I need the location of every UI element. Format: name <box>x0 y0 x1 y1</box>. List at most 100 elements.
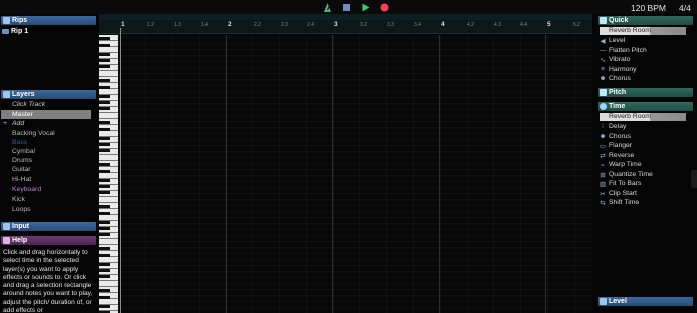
record-button[interactable] <box>379 2 390 13</box>
effect-label: Level <box>609 37 626 44</box>
bar-line <box>439 35 440 313</box>
side-collapse-handle[interactable] <box>691 170 697 188</box>
rip-item[interactable]: Rip 1 <box>2 28 28 35</box>
layer-item[interactable]: Loops <box>12 206 31 213</box>
effect-item-delay[interactable]: ⁞ Delay <box>602 123 626 130</box>
ruler-bar-label: 3 <box>334 21 338 28</box>
stop-button[interactable] <box>341 2 352 13</box>
effect-item-harmony[interactable]: ≡ Harmony <box>601 66 637 73</box>
quick-header[interactable]: Quick <box>598 16 693 25</box>
layer-item[interactable]: Guitar <box>12 166 31 173</box>
help-text: Click and drag horizontally to select ti… <box>3 249 93 313</box>
ruler-beat-label: 1.3 <box>174 22 181 28</box>
ruler-beat-label: 3.2 <box>360 22 367 28</box>
ruler-beat-label: 4.3 <box>494 22 501 28</box>
effect-item-flanger[interactable]: ▭ Flanger <box>600 142 632 150</box>
time-signature-display[interactable]: 4/4 <box>679 3 691 13</box>
transport-controls <box>322 2 390 13</box>
harmony-icon: ≡ <box>601 66 605 73</box>
input-title: Input <box>12 223 30 230</box>
effect-label: Quantize Time <box>609 171 653 178</box>
rips-header[interactable]: Rips <box>1 16 96 25</box>
slider-label: Reverb Room <box>609 27 651 34</box>
layer-item[interactable]: Keyboard <box>12 186 41 193</box>
record-icon <box>380 3 389 12</box>
add-layer-button[interactable]: + Add <box>3 120 24 127</box>
bar-line <box>332 35 333 313</box>
folder-icon <box>3 17 10 24</box>
timeline-ruler[interactable]: 1 1.2 1.3 1.4 2 2.2 2.3 2.4 3 3.2 3.3 3.… <box>99 14 592 34</box>
metronome-button[interactable] <box>322 2 333 13</box>
effect-item-reverse[interactable]: ⇄ Reverse <box>600 152 634 160</box>
pitch-title: Pitch <box>609 89 627 96</box>
time-header[interactable]: Time <box>598 102 693 111</box>
effect-label: Chorus <box>609 75 631 82</box>
effect-item-warp-time[interactable]: ⌁ Warp Time <box>601 161 642 169</box>
layer-item[interactable]: Drums <box>12 157 32 164</box>
ruler-beat-label: 2.2 <box>254 22 261 28</box>
effect-item-clip-start[interactable]: ✂ Clip Start <box>600 190 637 198</box>
tempo-display[interactable]: 120 BPM <box>631 3 666 13</box>
level-icon <box>600 298 607 305</box>
layer-item[interactable]: Hi-Hat <box>12 176 31 183</box>
effect-item-flatten-pitch[interactable]: — Flatten Pitch <box>600 47 647 54</box>
help-header[interactable]: Help <box>1 236 96 245</box>
effect-label: Harmony <box>609 66 637 73</box>
flanger-icon: ▭ <box>599 143 607 150</box>
ruler-beat-label: 5.2 <box>573 22 580 28</box>
ruler-bar-label: 4 <box>441 21 445 28</box>
effect-item-chorus[interactable]: ☻ Chorus <box>600 75 631 82</box>
click-track-item[interactable]: Click Track <box>12 101 45 108</box>
quantize-icon: ⊞ <box>600 172 606 179</box>
warp-icon: ⌁ <box>601 162 605 169</box>
layer-item[interactable]: Backing Vocal <box>12 130 55 137</box>
plus-icon: + <box>3 120 7 127</box>
delay-icon: ⁞ <box>602 123 604 130</box>
ruler-bar-label: 1 <box>121 21 125 28</box>
ruler-beat-label: 1.4 <box>201 22 208 28</box>
piano-roll-editor[interactable]: 1 1.2 1.3 1.4 2 2.2 2.3 2.4 3 3.2 3.3 3.… <box>99 14 592 313</box>
effect-label: Warp Time <box>609 161 642 168</box>
clock-icon <box>600 103 607 110</box>
piano-black-keys[interactable] <box>99 35 110 313</box>
input-header[interactable]: Input <box>1 222 96 231</box>
bar-line <box>226 35 227 313</box>
flat-line-icon: — <box>599 47 607 54</box>
folder-icon <box>2 29 9 34</box>
playhead[interactable] <box>120 28 121 313</box>
effect-label: Shift Time <box>609 199 640 206</box>
master-layer[interactable]: Master <box>1 110 91 119</box>
effect-item-chorus-time[interactable]: ☻ Chorus <box>600 133 631 140</box>
pitch-header[interactable]: Pitch <box>598 88 693 97</box>
effect-item-quantize-time[interactable]: ⊞ Quantize Time <box>600 171 653 179</box>
effect-item-shift-time[interactable]: ⇆ Shift Time <box>600 199 640 207</box>
reverb-room-slider[interactable]: Reverb Room <box>600 27 686 35</box>
note-grid[interactable] <box>119 35 592 313</box>
effect-label: Clip Start <box>609 190 637 197</box>
effect-item-vibrato[interactable]: ∿ Vibrato <box>600 56 630 64</box>
input-icon <box>3 223 10 230</box>
master-label: Master <box>12 111 33 118</box>
layer-item[interactable]: Cymbal <box>12 148 35 155</box>
layer-item[interactable]: Kick <box>12 196 25 203</box>
effect-item-level[interactable]: ◀ Level <box>601 37 626 45</box>
level-header[interactable]: Level <box>598 297 693 306</box>
layers-header[interactable]: Layers <box>1 90 96 99</box>
play-icon <box>362 3 370 12</box>
reverb-room-slider[interactable]: Reverb Room <box>600 113 686 121</box>
metronome-icon <box>324 3 331 12</box>
layer-item[interactable]: Bass <box>12 139 27 146</box>
bar-line <box>545 35 546 313</box>
slider-label: Reverb Room <box>609 113 651 120</box>
stop-icon <box>343 4 350 11</box>
layers-icon <box>3 91 10 98</box>
speaker-icon: ◀ <box>600 38 606 45</box>
scissors-icon: ✂ <box>600 191 606 198</box>
help-icon <box>3 237 10 244</box>
effect-item-fit-to-bars[interactable]: ▥ Fit To Bars <box>600 180 641 188</box>
effect-label: Flatten Pitch <box>609 47 647 54</box>
ruler-beat-label: 2.4 <box>307 22 314 28</box>
lightning-icon <box>600 17 607 24</box>
play-button[interactable] <box>360 2 371 13</box>
wave-icon: ∿ <box>600 57 606 64</box>
